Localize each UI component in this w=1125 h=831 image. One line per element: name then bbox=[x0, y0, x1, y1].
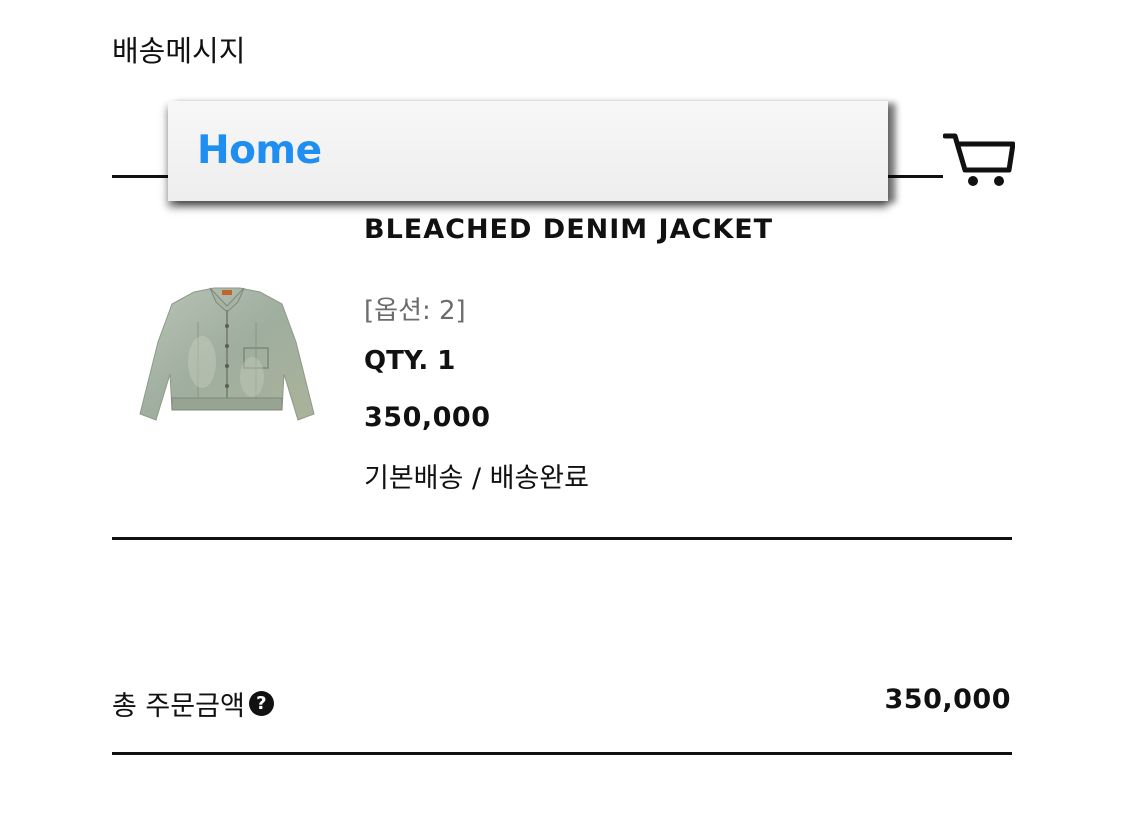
product-option: [옵션: 2] bbox=[364, 296, 466, 326]
cart-icon bbox=[942, 133, 1016, 186]
total-label-text: 총 주문금액 bbox=[112, 691, 245, 722]
product-name[interactable]: BLEACHED DENIM JACKET bbox=[364, 214, 773, 245]
bottom-divider bbox=[112, 752, 1012, 755]
help-icon[interactable]: ? bbox=[248, 691, 274, 716]
product-quantity: QTY. 1 bbox=[364, 346, 456, 376]
delivery-status: 기본배송 / 배송완료 bbox=[364, 463, 589, 494]
shipping-message-label: 배송메시지 bbox=[112, 34, 246, 68]
denim-jacket-image bbox=[139, 287, 315, 421]
total-order-amount-label: 총 주문금액 ? bbox=[112, 684, 274, 723]
product-price: 350,000 bbox=[364, 402, 491, 433]
cart-button[interactable] bbox=[942, 130, 1016, 190]
total-order-amount-value: 350,000 bbox=[884, 684, 1011, 715]
home-link[interactable]: Home bbox=[197, 128, 322, 173]
order-detail-page: 배송메시지 Home BLEACHED DENIM JACKET [옵션: 2]… bbox=[0, 0, 1125, 831]
home-popup: Home bbox=[168, 101, 888, 201]
middle-divider bbox=[112, 537, 1012, 540]
product-image[interactable] bbox=[132, 282, 322, 432]
